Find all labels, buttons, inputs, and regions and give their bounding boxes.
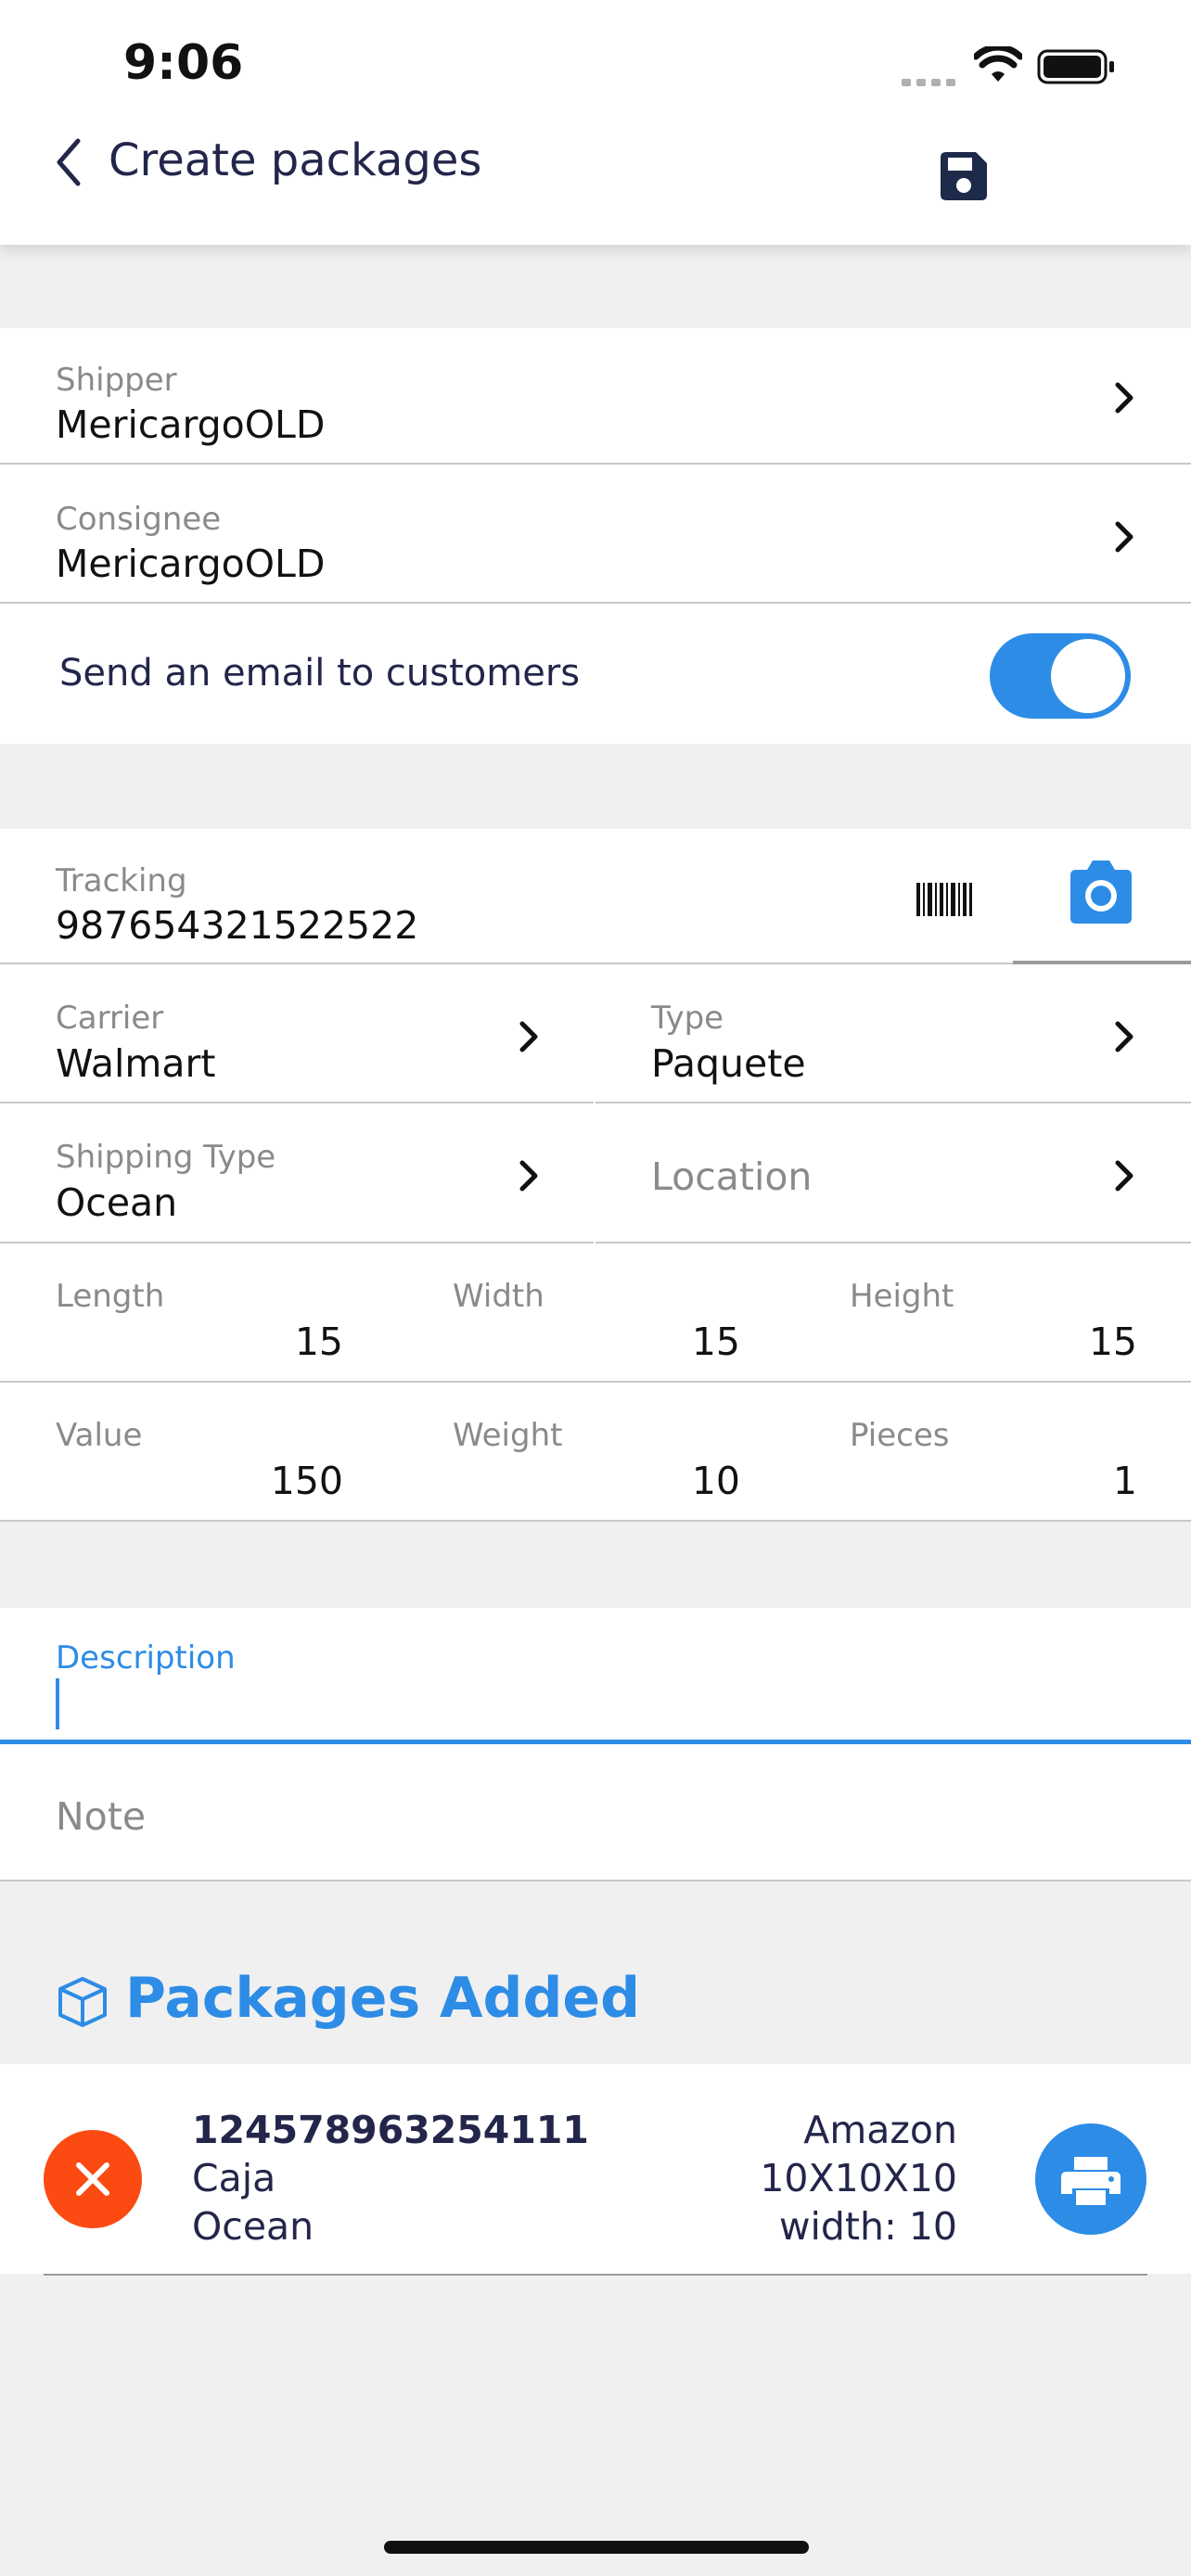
height-label: Height: [850, 1278, 954, 1315]
divider: [0, 602, 1191, 604]
packages-added-title: Packages Added: [125, 1966, 641, 2031]
package-card[interactable]: [0, 2064, 1191, 2274]
package-box-icon: [56, 1975, 109, 2029]
description-underline: [0, 1740, 1191, 1744]
shipping-type-value: Ocean: [56, 1180, 178, 1225]
divider: [44, 2274, 1147, 2276]
barcode-icon: [916, 883, 972, 916]
battery-icon: [1037, 49, 1117, 84]
weight-label: Weight: [453, 1417, 563, 1454]
page-title: Create packages: [109, 134, 482, 186]
barcode-scan-button[interactable]: [915, 881, 974, 918]
package-carrier: Amazon: [803, 2108, 957, 2152]
email-label: Send an email to customers: [59, 652, 581, 695]
type-label: Type: [651, 1000, 724, 1037]
wifi-icon: [972, 44, 1024, 83]
length-label: Length: [56, 1278, 165, 1315]
chevron-right-icon: [1106, 1018, 1143, 1055]
consignee-value: MericargoOLD: [56, 542, 326, 586]
remove-package-button[interactable]: [44, 2130, 142, 2228]
chevron-right-icon: [1106, 1157, 1143, 1194]
divider: [0, 1880, 1191, 1881]
chevron-right-icon: [1106, 518, 1143, 555]
tracking-value: 987654321522522: [56, 903, 419, 948]
close-icon: [76, 2162, 109, 2196]
description-label: Description: [56, 1639, 236, 1677]
carrier-label: Carrier: [56, 1000, 164, 1037]
shipping-type-label: Shipping Type: [56, 1139, 276, 1176]
signal-icon: [902, 74, 955, 86]
carrier-value: Walmart: [56, 1041, 216, 1086]
note-input[interactable]: [0, 1745, 1191, 1881]
divider: [0, 1520, 1191, 1522]
toggle-knob: [1051, 639, 1125, 713]
length-value: 15: [294, 1320, 343, 1364]
consignee-label: Consignee: [56, 501, 222, 538]
package-type: Caja: [192, 2156, 276, 2200]
chevron-right-icon: [1106, 379, 1143, 416]
package-dims: 10X10X10: [760, 2156, 957, 2200]
value-value: 150: [270, 1459, 343, 1503]
tracking-label: Tracking: [56, 862, 187, 899]
save-button[interactable]: [935, 148, 991, 204]
email-toggle[interactable]: [990, 633, 1131, 719]
print-button[interactable]: [1035, 2123, 1146, 2235]
printer-icon: [1061, 2157, 1121, 2205]
package-tracking: 124578963254111: [192, 2108, 589, 2152]
type-value: Paquete: [651, 1041, 806, 1086]
shipper-label: Shipper: [56, 362, 177, 399]
value-label: Value: [56, 1417, 143, 1454]
chevron-left-icon: [57, 138, 81, 186]
camera-icon: [1070, 861, 1132, 924]
shipper-value: MericargoOLD: [56, 402, 326, 447]
chevron-right-icon: [510, 1018, 547, 1055]
pieces-value: 1: [1112, 1459, 1137, 1503]
width-label: Width: [453, 1278, 544, 1315]
location-placeholder: Location: [651, 1154, 813, 1199]
status-time: 9:06: [123, 35, 244, 91]
save-floppy-icon: [941, 152, 987, 200]
package-width: width: 10: [778, 2204, 957, 2249]
weight-value: 10: [691, 1459, 740, 1503]
text-caret: [56, 1678, 59, 1729]
height-value: 15: [1088, 1320, 1137, 1364]
pieces-label: Pieces: [850, 1417, 950, 1454]
width-value: 15: [691, 1320, 740, 1364]
note-placeholder: Note: [56, 1794, 147, 1839]
home-indicator: [384, 2541, 809, 2554]
chevron-right-icon: [510, 1157, 547, 1194]
back-button[interactable]: [46, 130, 93, 195]
camera-button[interactable]: [1065, 859, 1137, 925]
package-shipping: Ocean: [192, 2204, 314, 2249]
